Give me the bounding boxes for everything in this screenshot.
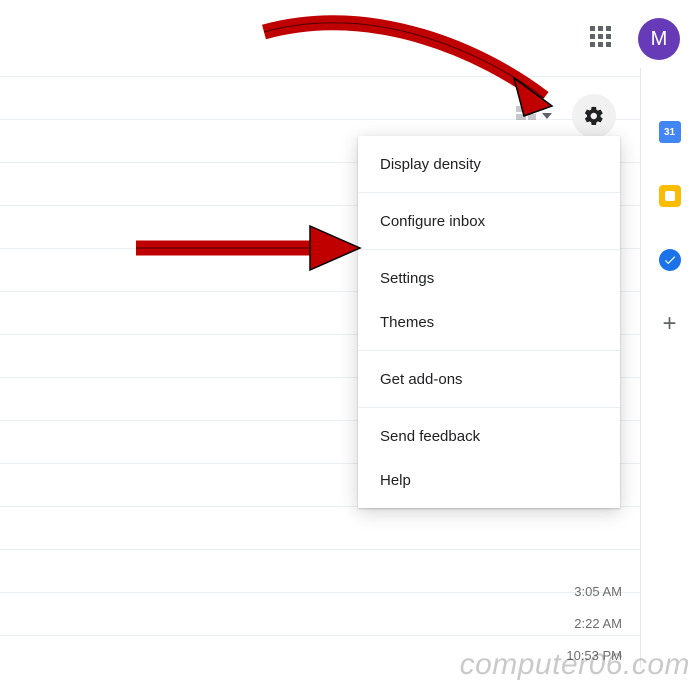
annotation-arrow-settings [130,218,370,278]
gear-icon [583,105,605,127]
timestamp: 10:53 PM [566,640,622,672]
menu-send-feedback[interactable]: Send feedback [358,414,620,458]
menu-configure-inbox[interactable]: Configure inbox [358,199,620,243]
calendar-addon[interactable]: 31 [658,120,682,144]
avatar-initial: M [651,28,668,51]
tasks-icon [659,249,681,271]
timestamp: 2:22 AM [566,608,622,640]
side-addons-panel: 31 + [640,68,698,668]
menu-get-addons[interactable]: Get add-ons [358,357,620,401]
add-addon-button[interactable]: + [658,312,682,336]
menu-settings[interactable]: Settings [358,256,620,300]
message-timestamps: 3:05 AM 2:22 AM 10:53 PM [566,576,622,672]
menu-separator [358,350,620,351]
keep-addon[interactable] [658,184,682,208]
list-item[interactable] [0,507,640,550]
menu-separator [358,249,620,250]
timestamp: 3:05 AM [566,576,622,608]
menu-separator [358,192,620,193]
list-item[interactable] [0,593,640,636]
plus-icon: + [662,312,676,336]
menu-themes[interactable]: Themes [358,300,620,344]
calendar-icon: 31 [659,121,681,143]
google-apps-icon[interactable] [590,26,612,48]
menu-display-density[interactable]: Display density [358,142,620,186]
list-item[interactable] [0,550,640,593]
keep-icon [659,185,681,207]
menu-separator [358,407,620,408]
settings-dropdown: Display density Configure inbox Settings… [358,136,620,508]
annotation-arrow-gear [254,12,584,132]
tasks-addon[interactable] [658,248,682,272]
menu-help[interactable]: Help [358,458,620,502]
account-avatar[interactable]: M [638,18,680,60]
